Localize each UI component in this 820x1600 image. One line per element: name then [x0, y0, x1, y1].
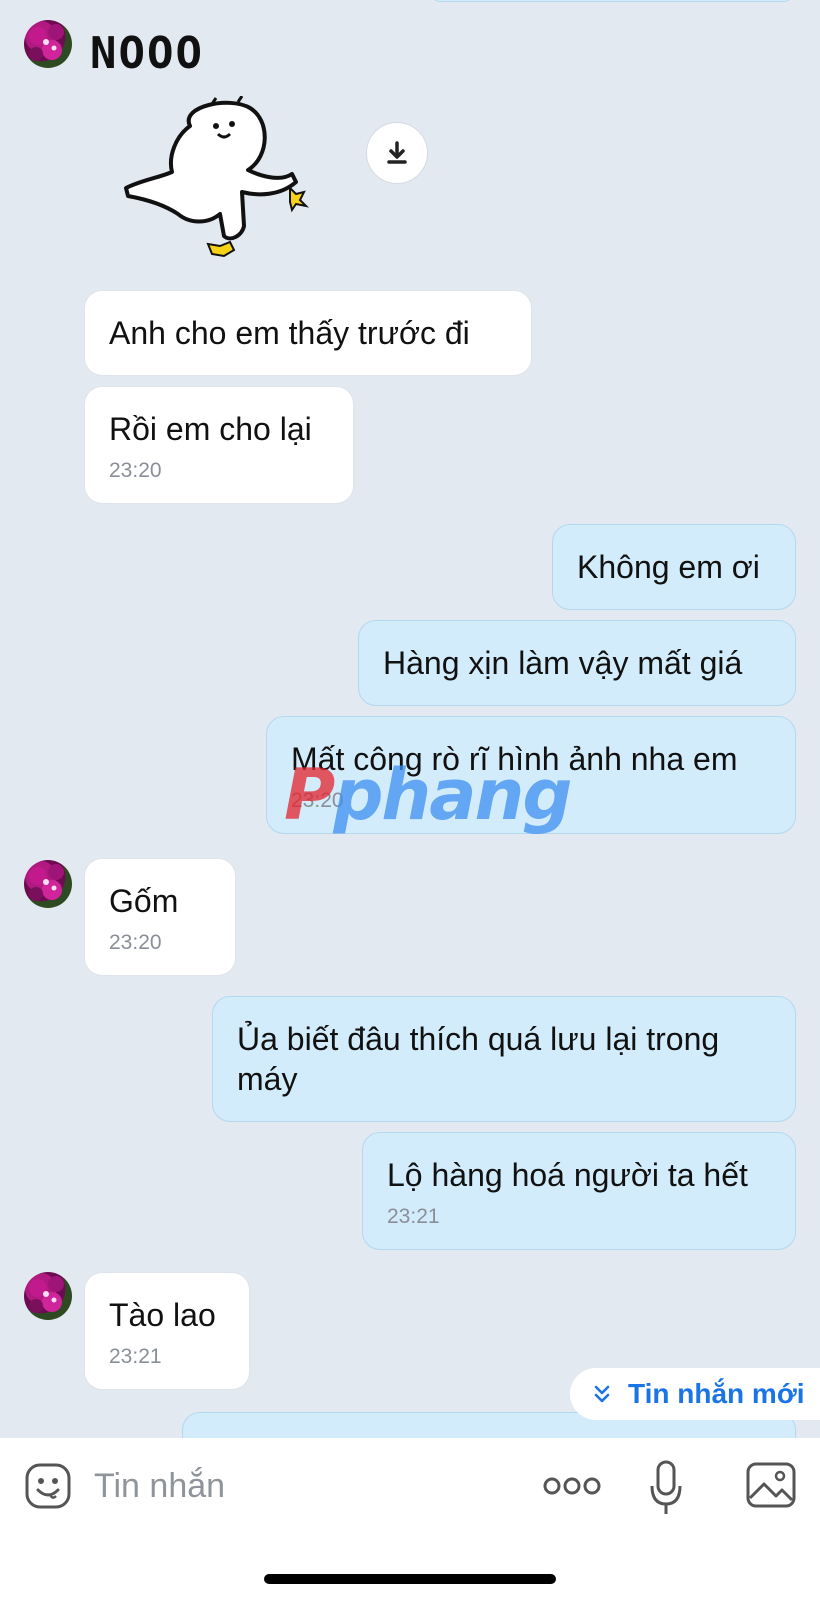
message-bubble[interactable]: Lộ hàng hoá người ta hết 23:21 [362, 1132, 796, 1250]
avatar[interactable] [24, 860, 72, 908]
message-bubble[interactable]: Gốm 23:20 [84, 858, 236, 976]
message-time: 23:20 [109, 931, 162, 954]
more-icon[interactable] [542, 1476, 602, 1496]
message-text: Lộ hàng hoá người ta hết [387, 1157, 748, 1193]
avatar[interactable] [24, 20, 72, 68]
message-text: Tào lao [109, 1297, 216, 1333]
image-icon[interactable] [746, 1462, 796, 1508]
message-text: Mất công rò rĩ hình ảnh nha em [291, 741, 738, 777]
message-bubble[interactable]: Mất công rò rĩ hình ảnh nha em 23:20 [266, 716, 796, 834]
chat-area[interactable]: NOOO Anh cho em thấy trước đi Rồi em cho… [0, 0, 820, 1438]
message-text: Gốm [109, 883, 179, 919]
download-button[interactable] [366, 122, 428, 184]
message-text: Rồi em cho lại [109, 411, 312, 447]
message-time: 23:21 [387, 1205, 440, 1228]
message-bubble[interactable]: Rồi em cho lại 23:20 [84, 386, 354, 504]
emoji-icon[interactable] [24, 1462, 72, 1510]
new-messages-label: Tin nhắn mới [628, 1378, 805, 1409]
message-input[interactable]: Tin nhắn [94, 1462, 225, 1510]
double-chevron-down-icon [592, 1384, 612, 1404]
kicking-cat-sticker[interactable] [120, 96, 310, 266]
download-icon [387, 141, 407, 164]
message-time: 23:21 [109, 1345, 162, 1368]
message-text: Ủa biết đâu thích quá lưu lại trong máy [237, 1021, 720, 1097]
microphone-icon[interactable] [648, 1460, 684, 1516]
message-text: Không em ơi [577, 549, 760, 585]
avatar[interactable] [24, 1272, 72, 1320]
message-bubble[interactable]: Hàng xịn làm vậy mất giá [358, 620, 796, 706]
new-messages-button[interactable]: Tin nhắn mới [570, 1368, 820, 1420]
home-indicator[interactable] [264, 1574, 556, 1584]
message-bubble[interactable]: Anh cho em thấy trước đi [84, 290, 532, 376]
message-text: Hàng xịn làm vậy mất giá [383, 645, 743, 681]
previous-message-bubble [432, 0, 792, 2]
message-bubble[interactable]: Không em ơi [552, 524, 796, 610]
message-composer: Tin nhắn [0, 1438, 820, 1600]
message-time: 23:20 [291, 789, 344, 812]
message-bubble[interactable]: Ủa biết đâu thích quá lưu lại trong máy [212, 996, 796, 1122]
message-bubble[interactable]: Tào lao 23:21 [84, 1272, 250, 1390]
message-time: 23:20 [109, 459, 162, 482]
sticker-caption: NOOO [90, 28, 204, 79]
message-text: Anh cho em thấy trước đi [109, 315, 470, 351]
